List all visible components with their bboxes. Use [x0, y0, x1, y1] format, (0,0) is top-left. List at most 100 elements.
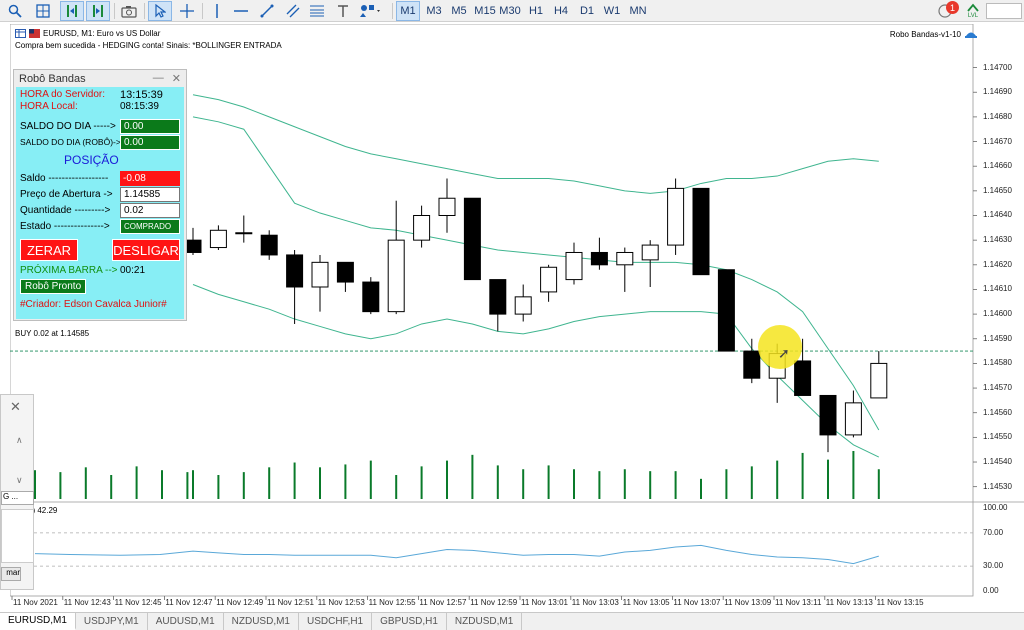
time-tick-label: 11 Nov 13:11 [775, 598, 822, 607]
timeframe-m15[interactable]: M15 [473, 1, 497, 21]
local-time: 08:15:39 [120, 101, 159, 112]
level-icon[interactable]: LVL [962, 1, 984, 21]
flag-icon [29, 29, 40, 38]
horizontal-line-icon[interactable] [230, 1, 252, 21]
creator-text: #Criador: Edson Cavalca Junior# [20, 299, 167, 310]
tab-gbpusd-h1[interactable]: GBPUSD,H1 [372, 613, 447, 630]
search-input[interactable] [986, 3, 1022, 19]
tab-nzdusd-m1-2[interactable]: NZDUSD,M1 [447, 613, 523, 630]
quantidade-field[interactable]: 0.02 [120, 203, 180, 218]
volume-bar [344, 464, 347, 499]
camera-icon[interactable] [118, 1, 140, 21]
bullish-candle [870, 362, 888, 399]
fibonacci-icon[interactable] [306, 1, 328, 21]
proxima-barra-label: PRÓXIMA BARRA --> [20, 265, 118, 276]
zerar-button[interactable]: ZERAR [20, 239, 78, 261]
bearish-candle [692, 187, 710, 276]
panel-header[interactable]: Robô Bandas — ✕ [14, 70, 186, 87]
price-tick-label: 1.14540 [983, 457, 1012, 467]
chevron-up-icon[interactable]: ∧ [16, 435, 23, 446]
toolbar: M1 M3 M5 M15 M30 H1 H4 D1 W1 MN 1 LVL [0, 0, 1024, 22]
close-icon[interactable]: ✕ [10, 399, 21, 415]
timeframe-m1[interactable]: M1 [396, 1, 420, 21]
timeframe-h1[interactable]: H1 [524, 1, 548, 21]
volume-bar [192, 470, 194, 499]
time-tick-label: 11 Nov 13:03 [571, 598, 619, 607]
volume-bar [161, 470, 163, 499]
cursor-icon[interactable] [148, 1, 172, 21]
close-icon[interactable]: ✕ [172, 72, 181, 85]
trendline-icon[interactable] [256, 1, 278, 21]
volume-bar [446, 460, 448, 499]
osc-tick-label: 100.00 [983, 503, 1008, 512]
bearish-candle [819, 394, 837, 436]
crosshair-icon[interactable] [176, 1, 198, 21]
timeframe-m30[interactable]: M30 [498, 1, 522, 21]
volume-bar [217, 475, 220, 499]
preco-field[interactable]: 1.14585 [120, 187, 180, 202]
osc-tick-label: 70.00 [983, 527, 1004, 537]
tab-usdjpy-m1[interactable]: USDJPY,M1 [76, 613, 148, 630]
time-tick-label: 11 Nov 12:45 [114, 598, 162, 607]
price-tick-label: 1.14700 [983, 62, 1012, 72]
text-tool-icon[interactable] [332, 1, 354, 21]
vertical-line-icon[interactable] [206, 1, 228, 21]
volume-bar [34, 470, 36, 499]
desligar-button[interactable]: DESLIGAR [112, 239, 180, 261]
mouse-pointer-icon: ➚ [778, 345, 790, 361]
tab-audusd-m1[interactable]: AUDUSD,M1 [148, 613, 224, 630]
osc-tick-label: 0.00 [983, 586, 999, 595]
dialog-button[interactable]: mar [1, 567, 21, 581]
chart-shift-icon[interactable] [86, 1, 110, 21]
osc-tick-label: 30.00 [983, 561, 1004, 571]
timeframe-h4[interactable]: H4 [549, 1, 573, 21]
saldo-robo-field: 0.00 [120, 135, 180, 150]
timeframe-m5[interactable]: M5 [447, 1, 471, 21]
time-tick-label: 11 Nov 13:05 [622, 598, 670, 607]
shapes-icon[interactable] [356, 1, 386, 21]
robot-status-button[interactable]: Robô Pronto [20, 279, 87, 294]
volume-bar [776, 460, 779, 499]
volume-bar [395, 475, 398, 499]
local-time-label: HORA Local: [20, 101, 78, 112]
quantidade-label: Quantidade ---------> [20, 205, 111, 216]
bearish-candle [590, 251, 608, 266]
tab-usdchf-h1[interactable]: USDCHF,H1 [299, 613, 373, 630]
price-tick-label: 1.14640 [983, 210, 1012, 220]
saldo-robo-label: SALDO DO DIA (ROBÔ)-> [20, 137, 121, 147]
volume-bar [135, 466, 138, 499]
volume-bar [420, 466, 423, 499]
price-tick-label: 1.14670 [983, 136, 1012, 146]
timeframe-mn[interactable]: MN [626, 1, 650, 21]
channel-icon[interactable] [282, 1, 304, 21]
auto-scroll-icon[interactable] [60, 1, 84, 21]
tab-eurusd-m1[interactable]: EURUSD,M1 [0, 613, 76, 630]
volume-bar [496, 465, 499, 499]
volume-bar [471, 454, 474, 499]
ea-panel: Robô Bandas — ✕ HORA do Servidor: 13:15:… [13, 69, 187, 321]
bullish-candle [514, 296, 532, 315]
bullish-candle [413, 214, 431, 241]
tab-nzdusd-m1[interactable]: NZDUSD,M1 [224, 613, 299, 630]
timeframe-m3[interactable]: M3 [422, 1, 446, 21]
server-time-label: HORA do Servidor: [20, 89, 106, 100]
volume-bar [623, 469, 626, 499]
dialog-area[interactable] [1, 509, 34, 563]
dialog-field[interactable]: G ... [1, 491, 34, 505]
chevron-down-icon[interactable]: ∨ [16, 475, 23, 486]
time-tick-label: 11 Nov 2021 [13, 598, 58, 607]
grid-icon[interactable] [32, 1, 54, 21]
bullish-candle [844, 402, 862, 436]
timeframe-d1[interactable]: D1 [575, 1, 599, 21]
time-tick-label: 11 Nov 12:51 [267, 598, 314, 607]
bullish-candle [438, 197, 456, 216]
zoom-in-icon[interactable] [4, 1, 26, 21]
timeframe-w1[interactable]: W1 [600, 1, 624, 21]
bearish-candle [260, 234, 278, 256]
minimize-icon[interactable]: — [153, 72, 164, 85]
bullish-candle [311, 261, 329, 288]
volume-bar [573, 469, 575, 499]
bullish-candle [565, 251, 583, 281]
price-tick-label: 1.14610 [983, 284, 1012, 294]
time-tick-label: 11 Nov 12:59 [470, 598, 518, 607]
